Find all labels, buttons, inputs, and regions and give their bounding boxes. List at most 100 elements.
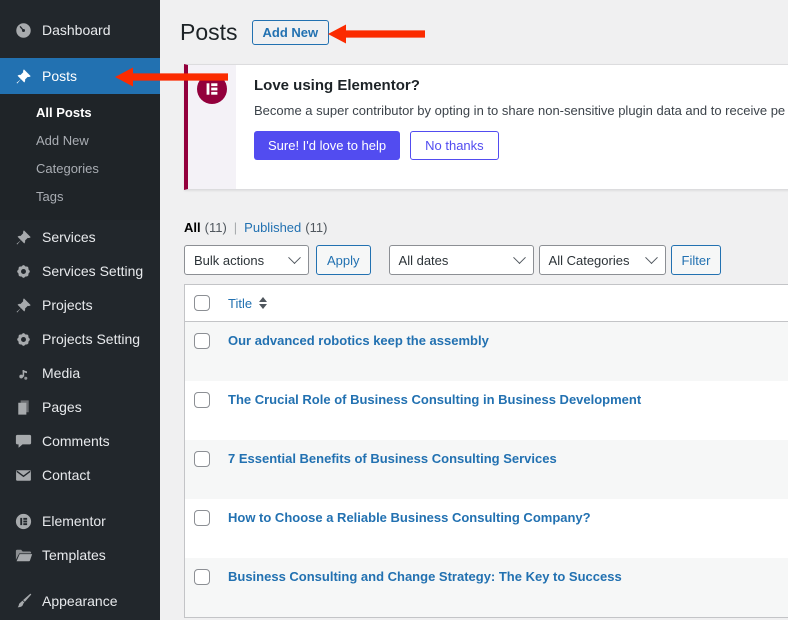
submenu-item-label: All Posts xyxy=(36,105,92,120)
posts-list-table: Title Our advanced robotics keep the ass… xyxy=(184,284,788,618)
sidebar-item-pages[interactable]: Pages xyxy=(0,390,160,424)
elementor-logo-icon xyxy=(197,74,227,104)
post-title-link[interactable]: 7 Essential Benefits of Business Consult… xyxy=(228,451,557,467)
submenu-item-add-new[interactable]: Add New xyxy=(0,126,160,154)
bulk-actions-value: Bulk actions xyxy=(194,253,264,268)
menu-separator xyxy=(0,492,160,504)
posts-submenu: All Posts Add New Categories Tags xyxy=(0,94,160,220)
sidebar-item-posts[interactable]: Posts xyxy=(0,58,160,94)
post-title-link[interactable]: How to Choose a Reliable Business Consul… xyxy=(228,510,591,526)
gear-icon xyxy=(13,261,33,281)
sidebar-item-label: Services Setting xyxy=(42,263,143,279)
sidebar-item-label: Elementor xyxy=(42,513,106,529)
notice-heading: Love using Elementor? xyxy=(254,77,785,94)
sidebar-item-label: Pages xyxy=(42,399,82,415)
pushpin-icon xyxy=(13,295,33,315)
page-header: Posts Add New xyxy=(180,15,788,49)
notice-decline-button[interactable]: No thanks xyxy=(410,131,499,160)
chevron-down-icon xyxy=(645,251,658,264)
row-checkbox[interactable] xyxy=(194,451,210,467)
row-checkbox[interactable] xyxy=(194,392,210,408)
view-separator: | xyxy=(234,220,237,235)
gear-icon xyxy=(13,329,33,349)
bulk-actions-select[interactable]: Bulk actions xyxy=(184,245,309,275)
categories-filter-select[interactable]: All Categories xyxy=(539,245,666,275)
view-published-link[interactable]: Published xyxy=(244,220,301,235)
sidebar-item-projects-setting[interactable]: Projects Setting xyxy=(0,322,160,356)
notice-text: Become a super contributor by opting in … xyxy=(254,103,785,118)
table-row: Our advanced robotics keep the assembly xyxy=(185,322,788,381)
sidebar-item-services[interactable]: Services xyxy=(0,220,160,254)
view-all-count: (11) xyxy=(205,220,227,235)
post-title-link[interactable]: Business Consulting and Change Strategy:… xyxy=(228,569,622,585)
apply-button[interactable]: Apply xyxy=(316,245,371,275)
row-checkbox[interactable] xyxy=(194,510,210,526)
sidebar-item-label: Projects xyxy=(42,297,93,313)
post-title-link[interactable]: Our advanced robotics keep the assembly xyxy=(228,333,489,349)
media-icon xyxy=(13,363,33,383)
categories-filter-value: All Categories xyxy=(549,253,630,268)
sidebar-item-label: Templates xyxy=(42,547,106,563)
submenu-item-label: Add New xyxy=(36,133,89,148)
submenu-item-label: Tags xyxy=(36,189,63,204)
sidebar-item-label: Posts xyxy=(42,68,77,84)
pages-icon xyxy=(13,397,33,417)
title-column-label: Title xyxy=(228,296,252,311)
sidebar-item-appearance[interactable]: Appearance xyxy=(0,584,160,618)
sidebar-item-templates[interactable]: Templates xyxy=(0,538,160,572)
main-content: Posts Add New Love using Elementor? Beco… xyxy=(160,0,788,620)
folder-icon xyxy=(13,545,33,565)
notice-logo-strip xyxy=(188,65,236,189)
sidebar-item-dashboard[interactable]: Dashboard xyxy=(0,13,160,47)
brush-icon xyxy=(13,591,33,611)
page-title: Posts xyxy=(180,17,238,47)
sidebar-item-contact[interactable]: Contact xyxy=(0,458,160,492)
add-new-button[interactable]: Add New xyxy=(252,20,330,45)
elementor-notice-banner: Love using Elementor? Become a super con… xyxy=(184,64,788,190)
envelope-icon xyxy=(13,465,33,485)
sidebar-item-label: Services xyxy=(42,229,96,245)
sidebar-item-label: Dashboard xyxy=(42,22,111,38)
row-checkbox[interactable] xyxy=(194,569,210,585)
pushpin-icon xyxy=(13,227,33,247)
notice-buttons: Sure! I'd love to help No thanks xyxy=(254,131,785,160)
sidebar-item-services-setting[interactable]: Services Setting xyxy=(0,254,160,288)
dates-filter-value: All dates xyxy=(399,253,449,268)
notice-accept-button[interactable]: Sure! I'd love to help xyxy=(254,131,400,160)
view-all-link[interactable]: All xyxy=(184,220,201,235)
dashboard-icon xyxy=(13,20,33,40)
notice-content: Love using Elementor? Become a super con… xyxy=(236,65,788,189)
table-row: 7 Essential Benefits of Business Consult… xyxy=(185,440,788,499)
post-views-filter: All (11) | Published (11) xyxy=(184,220,788,235)
submenu-item-all-posts[interactable]: All Posts xyxy=(0,98,160,126)
sidebar-item-label: Contact xyxy=(42,467,90,483)
sidebar-item-elementor[interactable]: Elementor xyxy=(0,504,160,538)
title-column-header[interactable]: Title xyxy=(228,296,267,311)
sidebar-item-label: Projects Setting xyxy=(42,331,140,347)
post-title-link[interactable]: The Crucial Role of Business Consulting … xyxy=(228,392,641,408)
sidebar-item-label: Comments xyxy=(42,433,110,449)
pushpin-icon xyxy=(13,66,33,86)
view-published-count: (11) xyxy=(305,220,327,235)
submenu-item-categories[interactable]: Categories xyxy=(0,154,160,182)
table-row: How to Choose a Reliable Business Consul… xyxy=(185,499,788,558)
submenu-item-tags[interactable]: Tags xyxy=(0,182,160,210)
row-checkbox[interactable] xyxy=(194,333,210,349)
table-header-row: Title xyxy=(185,285,788,322)
list-table-controls: Bulk actions Apply All dates All Categor… xyxy=(184,245,788,275)
filter-button[interactable]: Filter xyxy=(671,245,722,275)
elementor-icon xyxy=(13,511,33,531)
sidebar-item-label: Media xyxy=(42,365,80,381)
menu-separator xyxy=(0,572,160,584)
sidebar-item-media[interactable]: Media xyxy=(0,356,160,390)
select-all-checkbox[interactable] xyxy=(194,295,210,311)
dates-filter-select[interactable]: All dates xyxy=(389,245,534,275)
admin-sidebar: Dashboard Posts All Posts Add New Catego… xyxy=(0,0,160,620)
submenu-item-label: Categories xyxy=(36,161,99,176)
sidebar-item-label: Appearance xyxy=(42,593,118,609)
sidebar-item-projects[interactable]: Projects xyxy=(0,288,160,322)
sidebar-item-comments[interactable]: Comments xyxy=(0,424,160,458)
comment-icon xyxy=(13,431,33,451)
table-row: Business Consulting and Change Strategy:… xyxy=(185,558,788,617)
sort-icon xyxy=(259,297,267,309)
